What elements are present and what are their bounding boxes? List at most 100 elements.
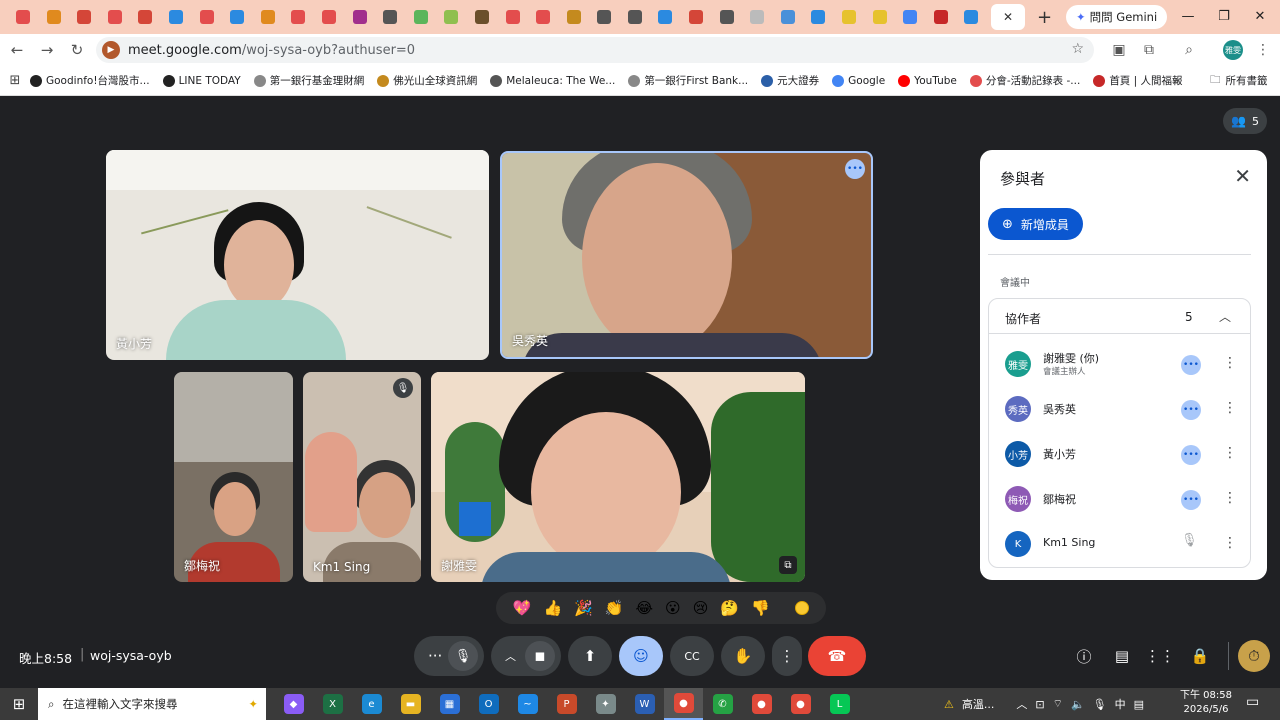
notifications-icon[interactable]: ▭ xyxy=(1246,694,1259,710)
reaction-emoji[interactable]: 😮 xyxy=(665,599,681,617)
close-icon[interactable]: ✕ xyxy=(1003,10,1013,24)
mic-icon[interactable]: 🎙 xyxy=(448,641,478,671)
participant-row[interactable]: 梅祝 鄒梅祝 ••• ⋮ xyxy=(989,478,1250,522)
close-icon[interactable]: ✕ xyxy=(1234,164,1251,188)
windows-start-icon[interactable]: ⊞ xyxy=(0,688,38,720)
apps-grid-icon[interactable]: ⊞ xyxy=(0,73,30,88)
participant-row[interactable]: 秀英 吳秀英 ••• ⋮ xyxy=(989,388,1250,432)
participant-row[interactable]: 小芳 黃小芳 ••• ⋮ xyxy=(989,433,1250,477)
new-tab-button[interactable]: + xyxy=(1032,4,1058,30)
captions-button[interactable]: CC xyxy=(670,636,714,676)
tab[interactable] xyxy=(8,4,38,30)
system-clock[interactable]: 下午 08:58 2026/5/6 xyxy=(1180,689,1232,717)
taskbar-app-excel[interactable]: X xyxy=(313,688,352,720)
meeting-info-icon[interactable]: ⓘ xyxy=(1068,640,1100,672)
chevron-up-icon[interactable]: ︿ xyxy=(505,648,516,664)
bookmark-item[interactable]: YouTube xyxy=(898,74,957,87)
tab[interactable] xyxy=(498,4,528,30)
bookmark-item[interactable]: 佛光山全球資訊網 xyxy=(377,73,477,88)
reaction-emoji[interactable]: 🎉 xyxy=(574,599,593,617)
taskbar-app-line[interactable]: L xyxy=(820,688,859,720)
tab[interactable] xyxy=(650,4,680,30)
tab[interactable] xyxy=(436,4,466,30)
reactions-button[interactable]: ☺ xyxy=(619,636,663,676)
bookmark-item[interactable]: 元大證券 xyxy=(761,73,819,88)
leave-call-button[interactable]: ☎ xyxy=(808,636,866,676)
tab[interactable] xyxy=(528,4,558,30)
participant-row[interactable]: K Km1 Sing 🎙 ⋮ xyxy=(989,523,1250,567)
taskbar-app-outlook[interactable]: O xyxy=(469,688,508,720)
skin-tone-picker[interactable] xyxy=(795,601,810,615)
taskbar-app-file-explorer[interactable]: ▬ xyxy=(391,688,430,720)
taskbar-app-edge[interactable]: e xyxy=(352,688,391,720)
media-icon[interactable]: ▣ xyxy=(1104,34,1134,66)
kebab-icon[interactable]: ⋮ xyxy=(1223,535,1237,551)
taskbar-app-whatsapp[interactable]: ✆ xyxy=(703,688,742,720)
bookmark-item[interactable]: 分會-活動記錄表 -... xyxy=(969,73,1080,88)
network-icon[interactable]: ⊡ xyxy=(1035,698,1044,711)
video-tile-4[interactable]: 🎙 Km1 Sing xyxy=(303,372,421,582)
kebab-icon[interactable]: ⋮ xyxy=(1223,445,1237,461)
video-tile-2[interactable]: ••• 吳秀英 xyxy=(500,151,873,359)
tile-more-options-icon[interactable]: ••• xyxy=(845,159,865,179)
mic-icon[interactable]: 🎙 xyxy=(1093,698,1107,711)
tab[interactable] xyxy=(39,4,69,30)
taskbar-app-chrome-3[interactable]: ● xyxy=(781,688,820,720)
kebab-icon[interactable]: ⋮ xyxy=(1223,355,1237,371)
tab[interactable] xyxy=(253,4,283,30)
picture-in-picture-icon[interactable]: ⧉ xyxy=(779,556,797,574)
reaction-emoji[interactable]: 👎 xyxy=(751,599,770,617)
tab[interactable] xyxy=(467,4,497,30)
bookmark-star-icon[interactable]: ☆ xyxy=(1071,41,1084,57)
reaction-emoji[interactable]: 💖 xyxy=(513,599,532,617)
reaction-emoji[interactable]: 😢 xyxy=(693,599,709,617)
forward-arrow-icon[interactable]: → xyxy=(32,35,62,65)
kebab-icon[interactable]: ⋮ xyxy=(1223,400,1237,416)
restore-button[interactable]: ❐ xyxy=(1204,0,1244,32)
tab[interactable] xyxy=(773,4,803,30)
tab[interactable] xyxy=(406,4,436,30)
present-button[interactable]: ⬆ xyxy=(568,636,612,676)
tab[interactable] xyxy=(681,4,711,30)
more-options-button[interactable]: ⋮ xyxy=(772,636,802,676)
host-controls-icon[interactable]: 🔒 xyxy=(1184,640,1216,672)
input-icon[interactable]: ▤ xyxy=(1134,698,1144,711)
bookmarks-more-icon[interactable]: » xyxy=(1172,74,1179,88)
timer-icon[interactable]: ⏱ xyxy=(1238,640,1270,672)
tab[interactable] xyxy=(192,4,222,30)
participant-more-icon[interactable]: ••• xyxy=(1181,445,1201,465)
people-count-button[interactable]: 👥 5 xyxy=(1223,108,1267,134)
more-horizontal-icon[interactable]: ··· xyxy=(428,647,442,665)
mic-control[interactable]: ··· 🎙 xyxy=(414,636,484,676)
raise-hand-button[interactable]: ✋ xyxy=(721,636,765,676)
taskbar-app-word[interactable]: W xyxy=(625,688,664,720)
tab[interactable] xyxy=(69,4,99,30)
tab[interactable] xyxy=(620,4,650,30)
speaker-icon[interactable]: 🔈 xyxy=(1071,698,1085,711)
back-arrow-icon[interactable]: ← xyxy=(2,35,32,65)
tab[interactable] xyxy=(956,4,986,30)
tab[interactable] xyxy=(712,4,742,30)
tab[interactable] xyxy=(222,4,252,30)
tab[interactable] xyxy=(345,4,375,30)
ime-indicator[interactable]: 中 xyxy=(1115,696,1126,712)
all-bookmarks-button[interactable]: 🗀 所有書籤 xyxy=(1210,72,1268,90)
reaction-emoji[interactable]: 👏 xyxy=(605,599,624,617)
bookmark-item[interactable]: Melaleuca: The We... xyxy=(490,74,615,87)
bookmark-item[interactable]: Goodinfo!台灣股市... xyxy=(30,73,150,88)
tab[interactable] xyxy=(895,4,925,30)
bookmark-item[interactable]: 第一銀行基金理財網 xyxy=(253,73,364,88)
participant-more-icon[interactable]: ••• xyxy=(1181,490,1201,510)
gemini-button[interactable]: ✦ 問問 Gemini xyxy=(1066,5,1168,29)
participant-row[interactable]: 雅雯 謝雅雯 (你) 會議主辦人 ••• ⋮ xyxy=(989,343,1250,387)
video-tile-1[interactable]: 黃小芳 xyxy=(106,150,489,360)
reaction-emoji[interactable]: 😂 xyxy=(636,599,654,617)
tab-active[interactable]: ✕ xyxy=(991,4,1025,30)
profile-avatar[interactable]: 雅雯 xyxy=(1218,34,1248,66)
tab[interactable] xyxy=(589,4,619,30)
reaction-emoji[interactable]: 🤔 xyxy=(720,599,739,617)
tab[interactable] xyxy=(130,4,160,30)
add-people-button[interactable]: ⊕ 新增成員 xyxy=(988,208,1083,240)
camera-control[interactable]: ︿ ◼ xyxy=(491,636,561,676)
tab[interactable] xyxy=(100,4,130,30)
